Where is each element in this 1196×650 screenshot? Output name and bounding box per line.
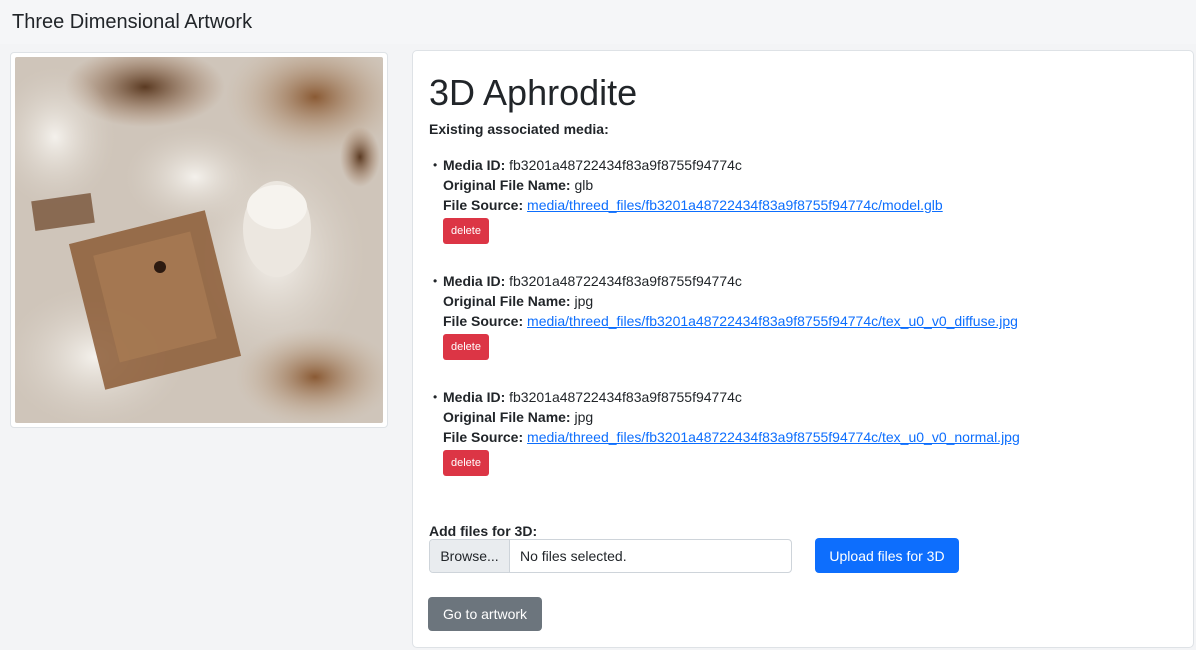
bullet-icon: •: [433, 390, 438, 404]
file-source-label: File Source:: [443, 429, 524, 445]
browse-button[interactable]: Browse...: [430, 540, 510, 572]
file-source-label: File Source:: [443, 197, 524, 213]
media-item: • Media ID: fb3201a48722434f83a9f8755f94…: [433, 271, 1183, 360]
artwork-texture-image: [15, 57, 383, 423]
file-source-label: File Source:: [443, 313, 524, 329]
media-item: • Media ID: fb3201a48722434f83a9f8755f94…: [433, 155, 1183, 244]
existing-media-heading: Existing associated media:: [429, 121, 609, 137]
upload-files-button[interactable]: Upload files for 3D: [815, 538, 959, 573]
bullet-icon: •: [433, 274, 438, 288]
delete-button[interactable]: delete: [443, 218, 489, 244]
bullet-icon: •: [433, 158, 438, 172]
original-file-name-label: Original File Name:: [443, 293, 571, 309]
page-header: Three Dimensional Artwork: [0, 0, 1196, 44]
artwork-image-card: [10, 52, 388, 428]
media-item: • Media ID: fb3201a48722434f83a9f8755f94…: [433, 387, 1183, 476]
file-source-link[interactable]: media/threed_files/fb3201a48722434f83a9f…: [527, 197, 943, 213]
go-to-artwork-button[interactable]: Go to artwork: [428, 597, 542, 631]
artwork-detail-card: 3D Aphrodite Existing associated media: …: [412, 50, 1194, 648]
original-file-name-label: Original File Name:: [443, 409, 571, 425]
media-id-label: Media ID:: [443, 157, 506, 173]
original-file-name-value: jpg: [574, 293, 594, 309]
page-title: Three Dimensional Artwork: [12, 11, 253, 33]
media-id-value: fb3201a48722434f83a9f8755f94774c: [509, 157, 742, 173]
media-id-label: Media ID:: [443, 389, 506, 405]
original-file-name-value: jpg: [574, 409, 594, 425]
file-input[interactable]: Browse... No files selected.: [429, 539, 792, 573]
delete-button[interactable]: delete: [443, 334, 489, 360]
media-id-value: fb3201a48722434f83a9f8755f94774c: [509, 389, 742, 405]
media-id-label: Media ID:: [443, 273, 506, 289]
file-status-text: No files selected.: [520, 548, 627, 564]
file-source-link[interactable]: media/threed_files/fb3201a48722434f83a9f…: [527, 429, 1020, 445]
original-file-name-value: glb: [574, 177, 594, 193]
file-source-link[interactable]: media/threed_files/fb3201a48722434f83a9f…: [527, 313, 1018, 329]
original-file-name-label: Original File Name:: [443, 177, 571, 193]
media-id-value: fb3201a48722434f83a9f8755f94774c: [509, 273, 742, 289]
delete-button[interactable]: delete: [443, 450, 489, 476]
artwork-title: 3D Aphrodite: [429, 72, 638, 113]
add-files-label: Add files for 3D:: [429, 523, 538, 539]
